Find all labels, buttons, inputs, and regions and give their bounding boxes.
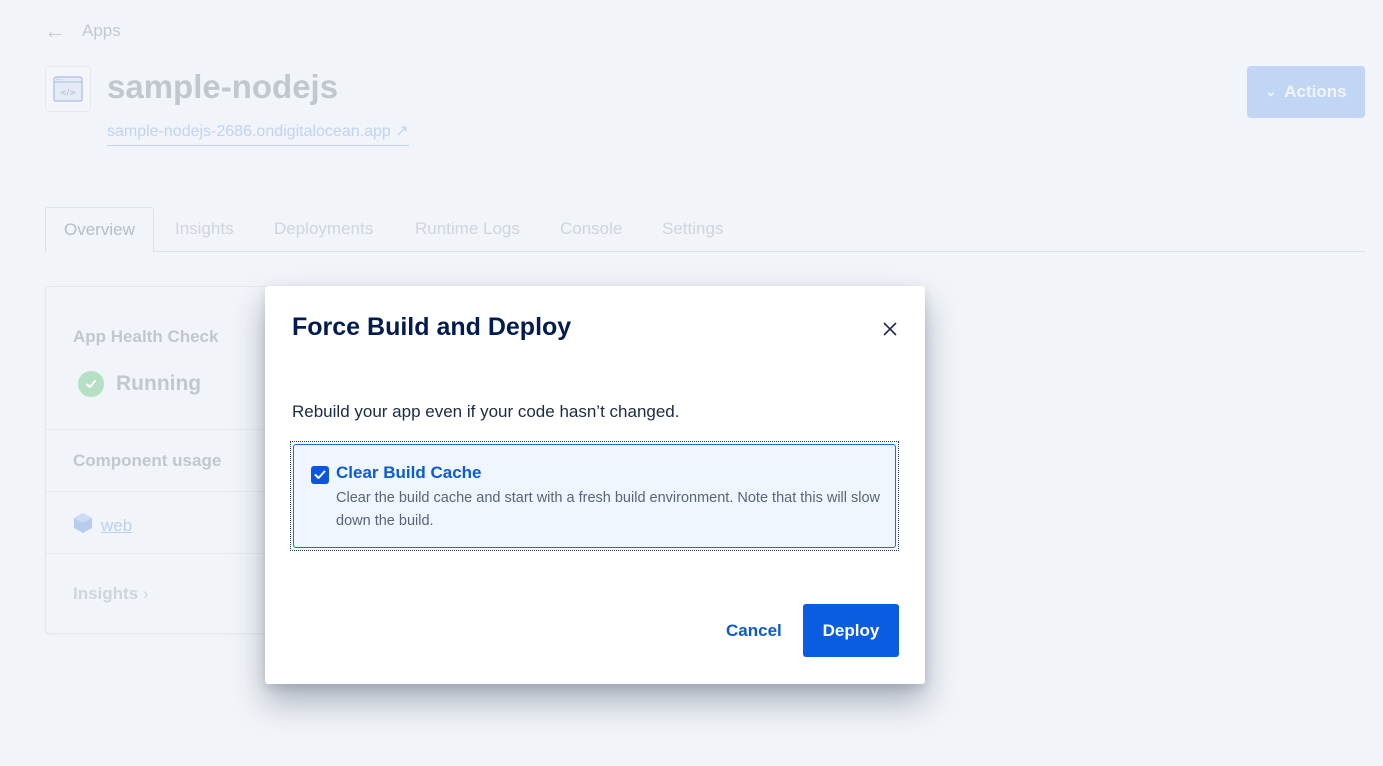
- component-web-link[interactable]: web: [73, 512, 132, 539]
- modal-description: Rebuild your app even if your code hasn’…: [292, 402, 680, 421]
- breadcrumb-apps-link[interactable]: Apps: [82, 21, 121, 41]
- health-check-label: App Health Check: [73, 327, 219, 346]
- insights-link-text: Insights: [73, 584, 139, 603]
- code-window-icon: </>: [45, 66, 91, 112]
- arrow-left-icon[interactable]: ←: [44, 20, 66, 42]
- component-cube-icon: [73, 512, 93, 539]
- tab-settings[interactable]: Settings: [662, 207, 723, 251]
- option-description: Clear the build cache and start with a f…: [336, 490, 881, 529]
- breadcrumb[interactable]: ← Apps: [44, 20, 121, 42]
- component-usage-label: Component usage: [73, 451, 222, 470]
- tab-overview[interactable]: Overview: [45, 207, 154, 253]
- clear-build-cache-checkbox[interactable]: [311, 466, 329, 484]
- insights-link[interactable]: Insights ›: [73, 584, 149, 604]
- chevron-right-icon: ›: [142, 584, 149, 603]
- health-status: Running: [78, 371, 201, 397]
- tab-insights[interactable]: Insights: [175, 207, 234, 251]
- app-title: sample-nodejs: [107, 68, 339, 105]
- tab-runtime-logs[interactable]: Runtime Logs: [415, 207, 520, 251]
- health-status-text: Running: [116, 372, 202, 395]
- tab-console[interactable]: Console: [560, 207, 622, 251]
- component-web-text: web: [101, 515, 133, 535]
- actions-button[interactable]: ⌄ Actions: [1247, 66, 1365, 118]
- app-url-text: sample-nodejs-2686.ondigitalocean.app: [107, 123, 391, 140]
- tab-deployments[interactable]: Deployments: [274, 207, 373, 251]
- external-link-icon: ↗: [395, 123, 409, 140]
- close-icon[interactable]: [878, 317, 902, 341]
- check-circle-icon: [78, 371, 104, 397]
- option-title: Clear Build Cache: [336, 463, 482, 482]
- force-build-modal: Force Build and Deploy Rebuild your app …: [265, 286, 925, 684]
- app-url-link[interactable]: sample-nodejs-2686.ondigitalocean.app ↗: [107, 121, 409, 146]
- deploy-button[interactable]: Deploy: [803, 604, 899, 657]
- clear-build-cache-option[interactable]: Clear Build Cache Clear the build cache …: [290, 441, 899, 551]
- actions-label: Actions: [1284, 82, 1347, 101]
- cancel-button[interactable]: Cancel: [718, 604, 790, 657]
- modal-title: Force Build and Deploy: [292, 313, 572, 341]
- svg-text:</>: </>: [60, 88, 76, 97]
- tab-bar: Overview Insights Deployments Runtime Lo…: [45, 207, 1365, 253]
- chevron-down-icon: ⌄: [1265, 84, 1277, 99]
